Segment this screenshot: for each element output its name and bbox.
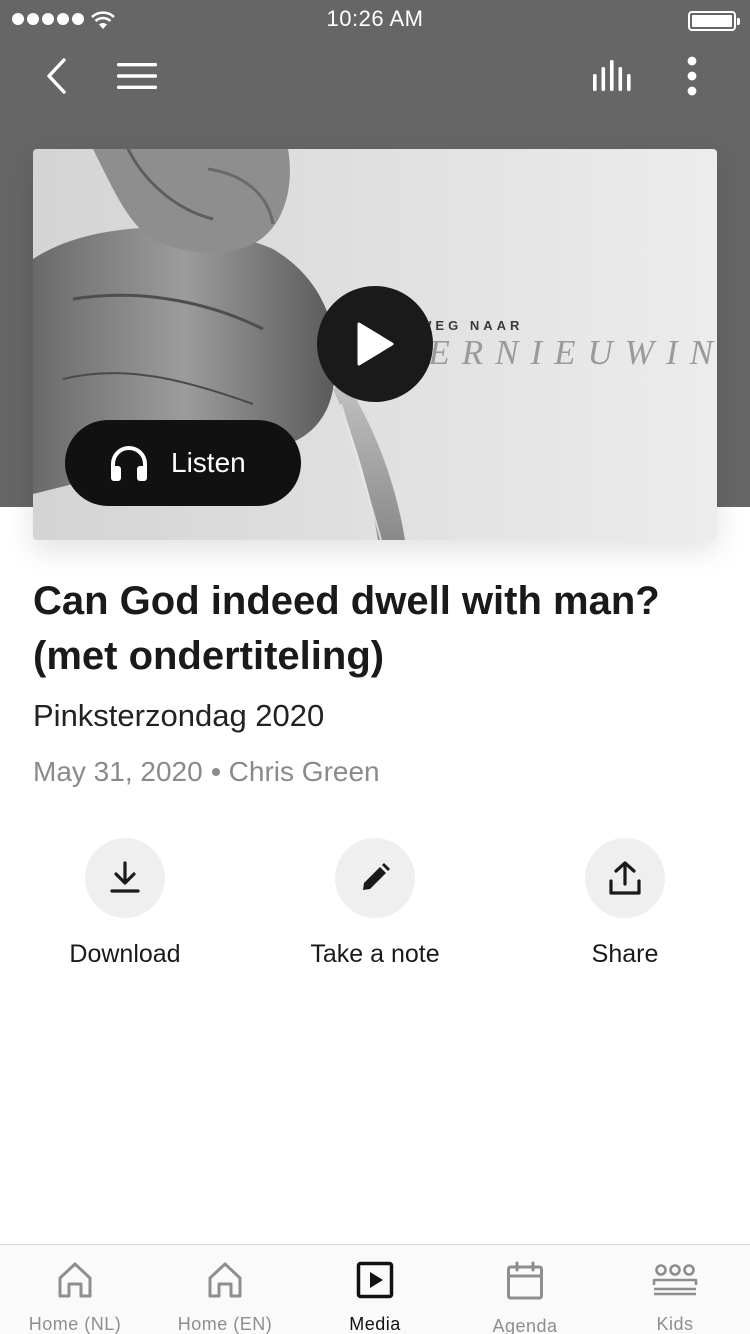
- listen-label: Listen: [171, 447, 246, 478]
- sermon-artwork: OP WEG NAAR VERNIEUWING Listen: [33, 149, 717, 540]
- audio-stats-button[interactable]: [588, 52, 638, 100]
- take-note-button[interactable]: [335, 838, 415, 918]
- download-icon: [110, 861, 140, 893]
- share-action[interactable]: Share: [515, 838, 735, 969]
- download-label: Download: [69, 940, 181, 968]
- play-button[interactable]: [317, 286, 433, 402]
- separator-dot: [211, 768, 220, 776]
- artwork-title: VERNIEUWING: [395, 333, 717, 372]
- home-icon: [201, 1261, 249, 1299]
- share-button[interactable]: [585, 838, 665, 918]
- tab-agenda[interactable]: Agenda: [450, 1245, 600, 1334]
- take-note-label: Take a note: [310, 940, 440, 968]
- more-options-button[interactable]: [670, 52, 714, 100]
- share-label: Share: [591, 940, 659, 968]
- tab-label: Kids: [656, 1314, 694, 1334]
- tab-label: Home (EN): [177, 1314, 273, 1334]
- tab-home-en[interactable]: Home (EN): [150, 1245, 300, 1334]
- chevron-left-icon: [47, 58, 66, 94]
- tab-bar: Home (NL) Home (EN) Media Agenda Kids: [0, 1244, 750, 1334]
- battery-icon: [688, 11, 740, 31]
- audio-levels-icon: [593, 60, 631, 91]
- headphones-icon: [111, 446, 147, 481]
- tab-label: Media: [349, 1314, 401, 1334]
- back-button[interactable]: [34, 52, 78, 100]
- share-icon: [609, 861, 641, 895]
- tab-kids[interactable]: Kids: [600, 1245, 750, 1334]
- hamburger-menu-icon: [117, 63, 157, 89]
- menu-button[interactable]: [112, 54, 162, 98]
- listen-button[interactable]: Listen: [65, 420, 301, 506]
- download-button[interactable]: [85, 838, 165, 918]
- download-action[interactable]: Download: [15, 838, 235, 969]
- sermon-meta: May 31, 2020 Chris Green: [33, 756, 380, 788]
- sermon-title: Can God indeed dwell with man? (met onde…: [33, 579, 660, 678]
- calendar-icon: [501, 1261, 549, 1301]
- pencil-icon: [363, 863, 390, 890]
- group-icon: [651, 1261, 699, 1299]
- media-play-icon: [351, 1261, 399, 1299]
- tab-home-nl[interactable]: Home (NL): [0, 1245, 150, 1334]
- sermon-date: May 31, 2020: [33, 756, 203, 787]
- home-icon: [51, 1261, 99, 1299]
- tab-media[interactable]: Media: [300, 1245, 450, 1334]
- tab-label: Agenda: [492, 1316, 558, 1334]
- sermon-speaker[interactable]: Chris Green: [229, 756, 380, 788]
- status-bar: 10:26 AM: [0, 0, 750, 40]
- tab-label: Home (NL): [28, 1314, 122, 1334]
- more-vertical-icon: [687, 56, 697, 96]
- play-icon: [357, 322, 394, 366]
- sermon-series: Pinksterzondag 2020: [33, 698, 325, 733]
- status-time: 10:26 AM: [326, 6, 424, 31]
- take-note-action[interactable]: Take a note: [265, 838, 485, 969]
